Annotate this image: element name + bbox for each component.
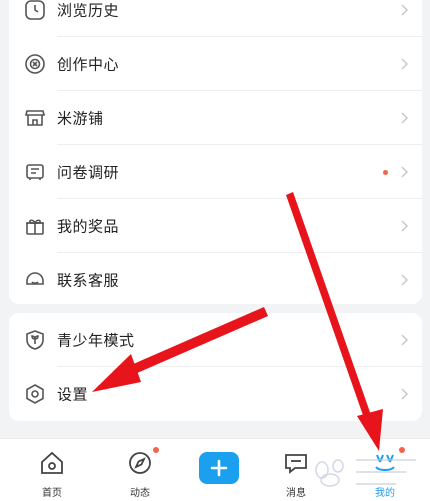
tab-me[interactable]: 我的 bbox=[355, 439, 415, 501]
menu-item-customer-service[interactable]: 联系客服 bbox=[9, 253, 422, 307]
chevron-right-icon bbox=[396, 164, 412, 180]
chevron-right-icon bbox=[396, 332, 412, 348]
menu-item-label: 设置 bbox=[57, 385, 89, 404]
menu-item-shop[interactable]: 米游铺 bbox=[9, 91, 422, 145]
menu-item-teen-mode[interactable]: 青少年模式 bbox=[9, 313, 422, 367]
menu-item-label: 联系客服 bbox=[57, 271, 120, 290]
notification-dot bbox=[383, 170, 388, 175]
menu-item-prizes[interactable]: 我的奖品 bbox=[9, 199, 422, 253]
tab-feed[interactable]: 动态 bbox=[110, 439, 170, 501]
shop-icon bbox=[23, 106, 47, 130]
chevron-right-icon bbox=[396, 218, 412, 234]
notification-dot bbox=[153, 447, 159, 453]
gift-icon bbox=[23, 214, 47, 238]
chevron-right-icon bbox=[396, 110, 412, 126]
menu-item-survey[interactable]: 问卷调研 bbox=[9, 145, 422, 199]
chevron-right-icon bbox=[396, 386, 412, 402]
menu-item-label: 我的奖品 bbox=[57, 217, 120, 236]
tab-label: 首页 bbox=[42, 488, 62, 499]
menu-item-label: 米游铺 bbox=[57, 109, 104, 128]
creation-badge-icon bbox=[23, 52, 47, 76]
menu-card-settings: 青少年模式 设置 bbox=[9, 313, 422, 421]
menu-item-creation-center[interactable]: 创作中心 bbox=[9, 37, 422, 91]
notification-dot bbox=[399, 447, 405, 453]
menu-item-history[interactable]: 浏览历史 bbox=[9, 0, 422, 37]
tab-label: 动态 bbox=[130, 488, 150, 499]
chevron-right-icon bbox=[396, 272, 412, 288]
menu-item-label: 问卷调研 bbox=[57, 163, 120, 182]
customer-service-icon bbox=[23, 268, 47, 292]
menu-item-label: 浏览历史 bbox=[57, 1, 120, 20]
plus-icon bbox=[210, 459, 228, 477]
create-post-button[interactable] bbox=[199, 452, 239, 484]
clock-icon bbox=[23, 0, 47, 22]
compass-icon bbox=[126, 449, 154, 477]
tab-label: 消息 bbox=[286, 488, 306, 499]
survey-icon bbox=[23, 160, 47, 184]
tab-messages[interactable]: 消息 bbox=[266, 439, 326, 501]
teen-mode-shield-icon bbox=[23, 328, 47, 352]
chevron-right-icon bbox=[396, 2, 412, 18]
chevron-right-icon bbox=[396, 56, 412, 72]
settings-hexagon-icon bbox=[23, 382, 47, 406]
tab-home[interactable]: 首页 bbox=[22, 439, 82, 501]
message-icon bbox=[282, 449, 310, 477]
menu-item-settings[interactable]: 设置 bbox=[9, 367, 422, 421]
menu-item-label: 创作中心 bbox=[57, 55, 120, 74]
menu-item-label: 青少年模式 bbox=[57, 331, 135, 350]
menu-card-main: 浏览历史 创作中心 米游铺 问卷调研 我的奖品 联系客服 bbox=[9, 0, 422, 304]
home-icon bbox=[38, 449, 66, 477]
profile-icon bbox=[371, 449, 399, 477]
tab-label-active: 我的 bbox=[375, 488, 395, 499]
